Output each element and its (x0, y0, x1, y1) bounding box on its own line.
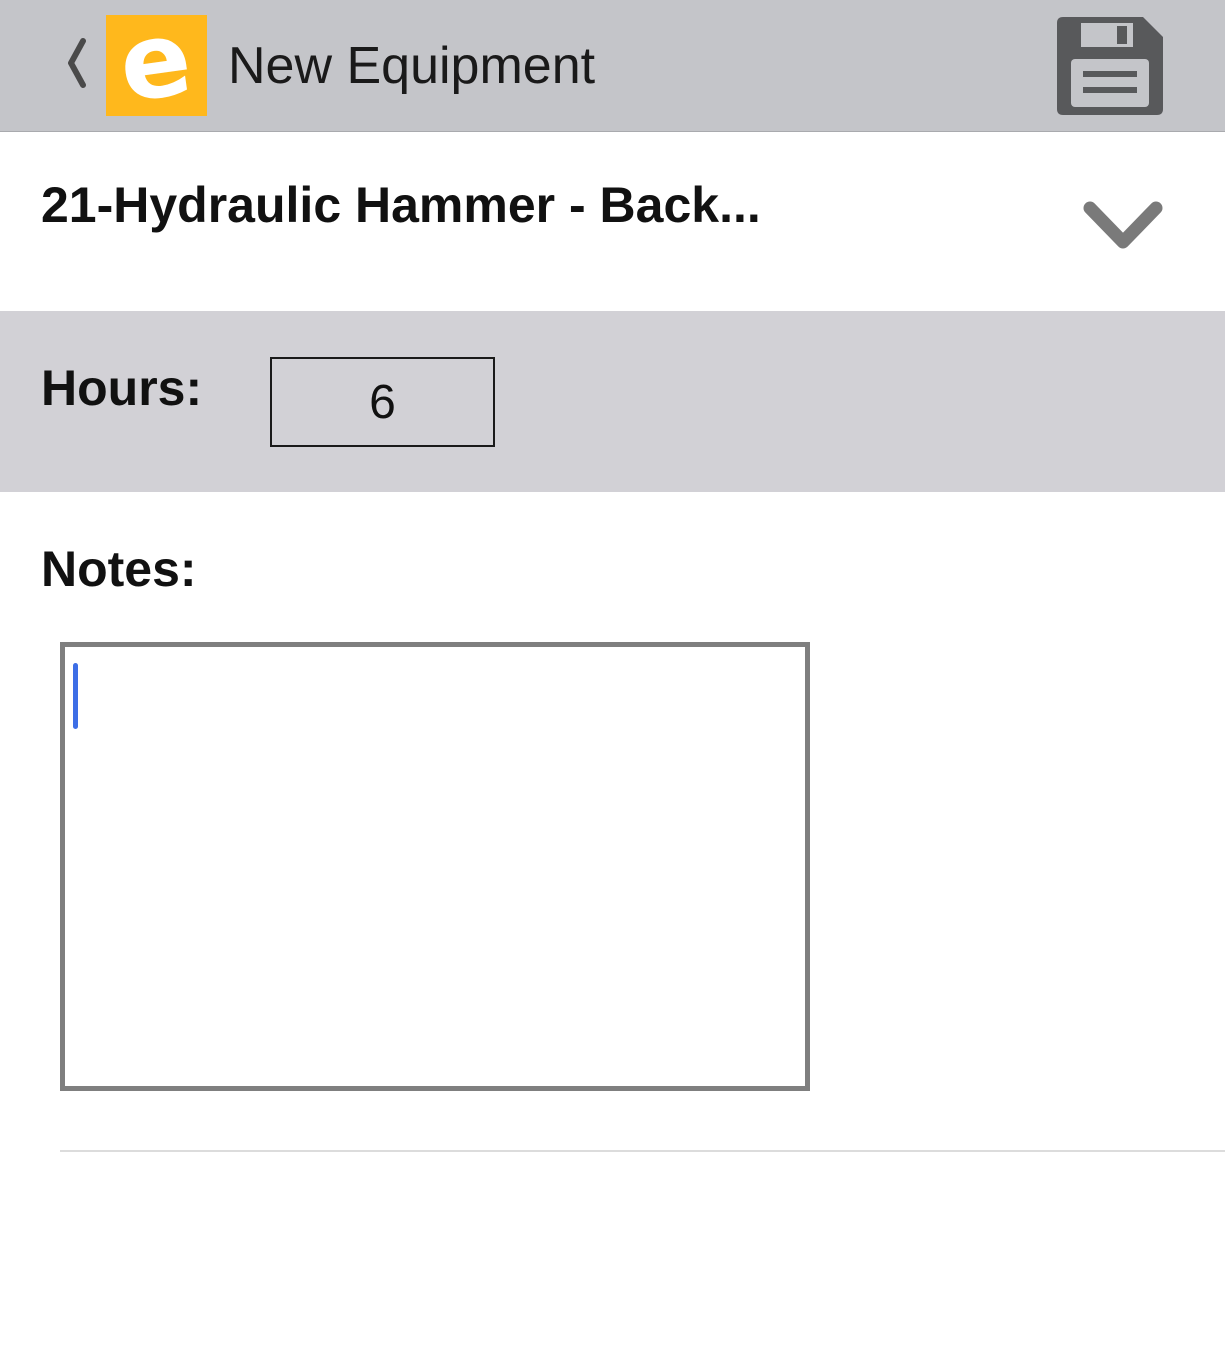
chevron-left-icon (68, 38, 86, 88)
chevron-down-icon (1083, 201, 1163, 249)
logo-letter: e (112, 15, 199, 116)
navigation-bar: e New Equipment (0, 0, 1225, 132)
text-cursor (73, 663, 78, 729)
equipment-selected-value: 21-Hydraulic Hammer - Back... (41, 177, 761, 233)
hours-label: Hours: (41, 360, 203, 416)
page-title: New Equipment (228, 37, 596, 95)
notes-textarea[interactable] (60, 642, 810, 1091)
floppy-disk-icon (1057, 17, 1163, 115)
hours-input[interactable] (270, 357, 495, 447)
notes-label: Notes: (41, 541, 197, 597)
divider (60, 1150, 1225, 1152)
hours-row: Hours: (0, 311, 1225, 492)
save-button[interactable] (1055, 15, 1165, 117)
back-button[interactable] (56, 30, 96, 96)
equipment-select[interactable]: 21-Hydraulic Hammer - Back... (0, 132, 1225, 311)
e-logo-icon: e (106, 15, 207, 116)
